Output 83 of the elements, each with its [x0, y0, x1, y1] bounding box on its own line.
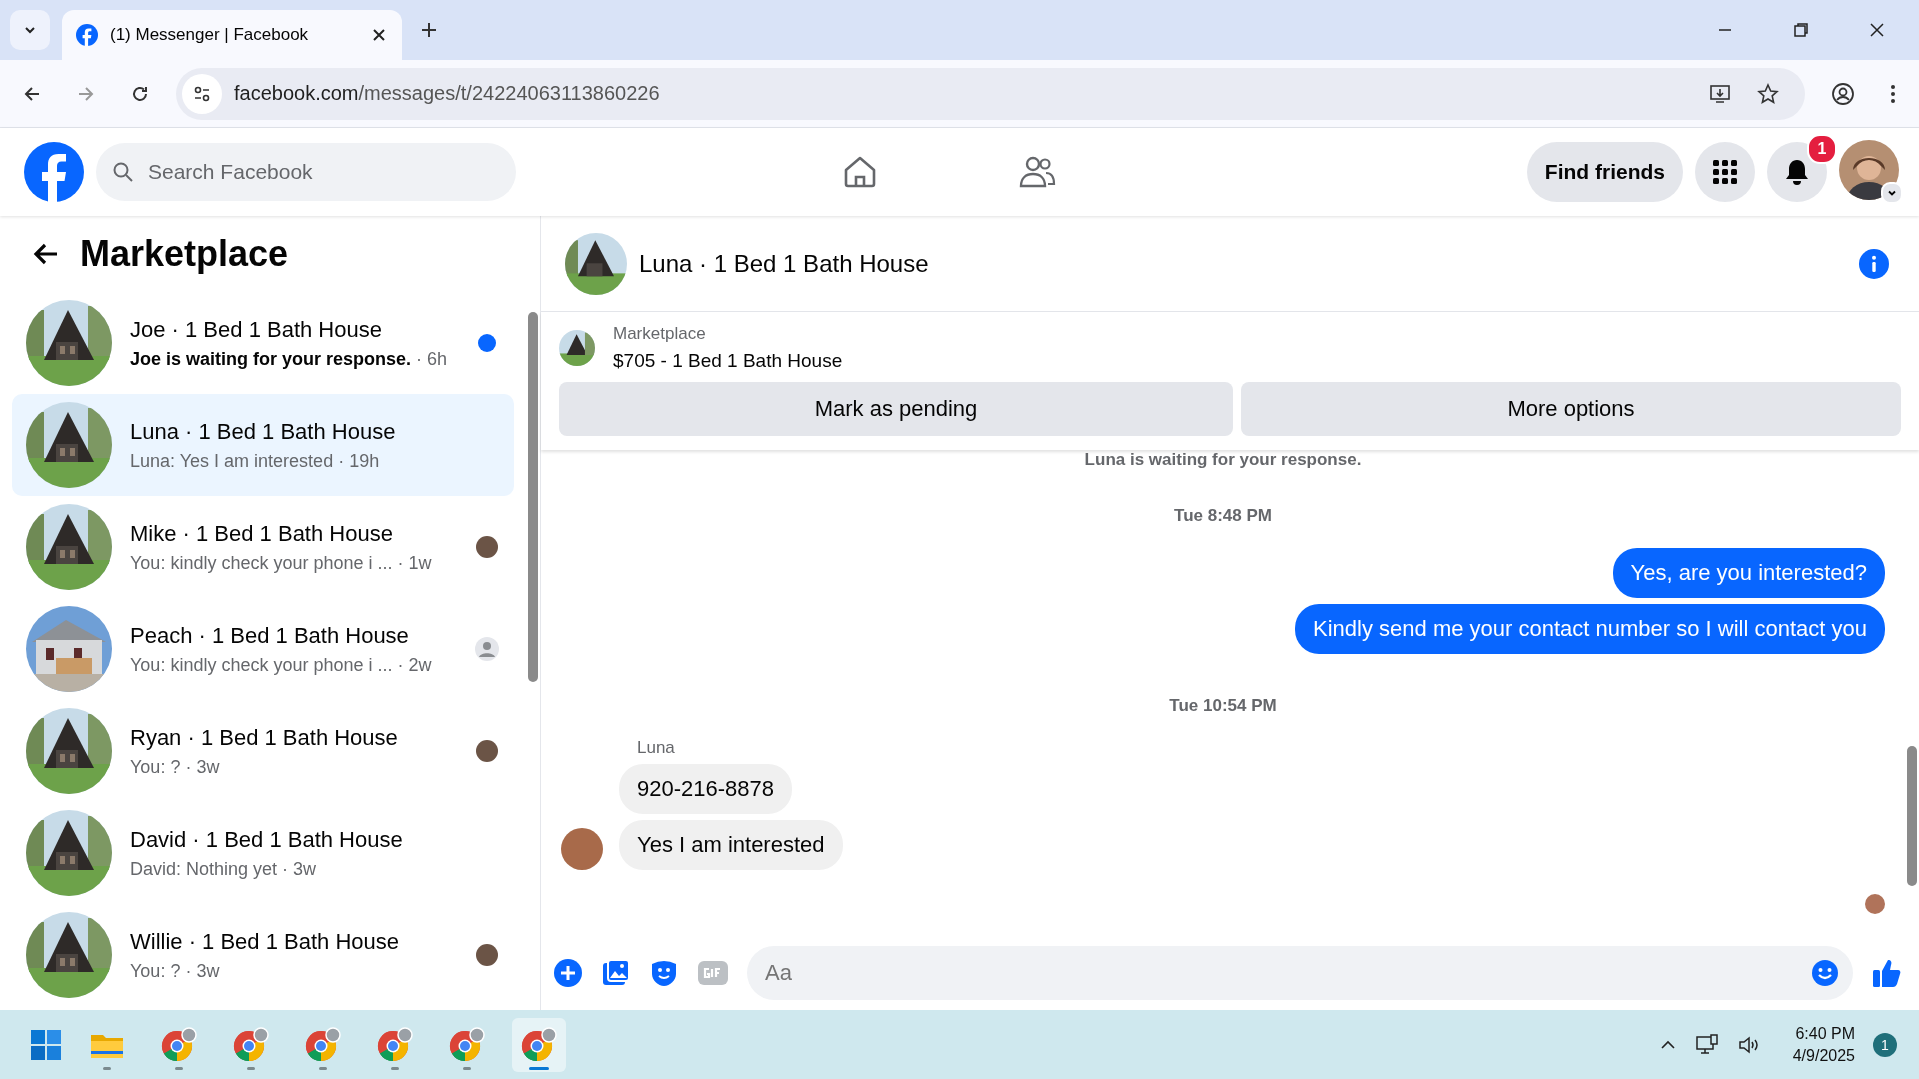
seen-avatar-icon: [476, 944, 498, 966]
find-friends-button[interactable]: Find friends: [1526, 142, 1683, 202]
avatar: [561, 828, 603, 870]
star-icon[interactable]: [1757, 82, 1779, 105]
grid-icon: [1712, 159, 1738, 185]
browser-icon[interactable]: [512, 1017, 566, 1072]
seen-avatar-icon: [476, 740, 498, 762]
message-input[interactable]: Aa: [747, 946, 1853, 1000]
incoming-message: 920-216-8878: [619, 764, 792, 814]
home-icon[interactable]: [842, 154, 878, 190]
photo-icon[interactable]: [601, 958, 631, 988]
conversation-title: David · 1 Bed 1 Bath House: [130, 826, 404, 853]
message-time: · 2w: [397, 654, 432, 676]
conversation-item[interactable]: Mike · 1 Bed 1 Bath House You: kindly check your phone i ... · 1w: [12, 496, 514, 598]
message-time: · 3w: [185, 756, 220, 778]
timestamp: Tue 8:48 PM: [1174, 506, 1272, 526]
menu-button[interactable]: [1695, 142, 1755, 202]
message-preview: Luna: Yes I am interested: [130, 450, 334, 472]
outgoing-message: Kindly send me your contact number so I will contact you: [1295, 604, 1885, 654]
conversation-item[interactable]: David · 1 Bed 1 Bath House David: Nothing yet · 3w: [12, 802, 514, 904]
conversation-item[interactable]: Luna · 1 Bed 1 Bath House Luna: Yes I am interested · 19h: [12, 394, 514, 496]
message-preview: David: Nothing yet: [130, 858, 278, 880]
close-icon[interactable]: [372, 28, 386, 42]
mark-pending-button[interactable]: Mark as pending: [559, 382, 1233, 436]
close-icon[interactable]: [1869, 22, 1885, 38]
listing-label: Marketplace: [613, 324, 707, 344]
user-silhouette-icon: [475, 637, 499, 661]
conversation-item[interactable]: Ryan · 1 Bed 1 Bath House You: ? · 3w: [12, 700, 514, 802]
listing-title[interactable]: $705 - 1 Bed 1 Bath House: [613, 350, 843, 372]
facebook-logo-icon: [76, 24, 98, 46]
message-time: · 1w: [397, 552, 432, 574]
message-time: · 6h: [416, 348, 448, 370]
more-icon[interactable]: [1889, 82, 1897, 105]
message-preview: You: kindly check your phone i ...: [130, 552, 393, 574]
timestamp: Tue 10:54 PM: [1169, 696, 1277, 716]
message-time: · 19h: [338, 450, 380, 472]
message-preview: You: ?: [130, 756, 181, 778]
more-options-button[interactable]: More options: [1241, 382, 1901, 436]
unread-dot-icon: [478, 334, 496, 352]
clock[interactable]: 6:40 PM 4/9/2025: [1792, 1024, 1855, 1065]
facebook-logo-icon[interactable]: [24, 142, 84, 202]
restore-icon[interactable]: [1793, 22, 1809, 38]
conversation-title: Ryan · 1 Bed 1 Bath House: [130, 724, 399, 751]
outgoing-message: Yes, are you interested?: [1612, 548, 1885, 598]
conversation-item[interactable]: Joe · 1 Bed 1 Bath House Joe is waiting for your response. · 6h: [12, 292, 514, 394]
emoji-icon[interactable]: [1811, 959, 1839, 987]
caret-icon[interactable]: [1881, 182, 1903, 204]
info-icon[interactable]: [1859, 248, 1889, 279]
search-field[interactable]: Search Facebook: [96, 143, 516, 201]
message-time: · 3w: [185, 960, 220, 982]
message-preview: You: kindly check your phone i ...: [130, 654, 393, 676]
incoming-message: Yes I am interested: [619, 820, 843, 870]
conversation-title: Joe · 1 Bed 1 Bath House: [130, 316, 383, 343]
network-icon[interactable]: [1694, 1032, 1719, 1057]
seen-avatar-icon: [1865, 894, 1885, 914]
conversation-item[interactable]: Peach · 1 Bed 1 Bath House You: kindly check your phone i ... · 2w: [12, 598, 514, 700]
message-preview: You: ?: [130, 960, 181, 982]
conversation-title: Mike · 1 Bed 1 Bath House: [130, 520, 394, 547]
conversation-title: Luna · 1 Bed 1 Bath House: [130, 418, 397, 445]
install-icon[interactable]: [1709, 82, 1731, 105]
message-time: · 3w: [282, 858, 317, 880]
new-tab-icon[interactable]: [420, 21, 438, 39]
conversation-item[interactable]: Willie · 1 Bed 1 Bath House You: ? · 3w: [12, 904, 514, 1006]
search-icon: [112, 161, 134, 183]
notification-badge: 1: [1807, 134, 1837, 164]
status-notice: Luna is waiting for your response.: [1084, 450, 1362, 470]
browser-tab[interactable]: (1) Messenger | Facebook: [62, 10, 402, 60]
chat-title: Luna · 1 Bed 1 Bath House: [639, 249, 929, 278]
conversation-title: Peach · 1 Bed 1 Bath House: [130, 622, 410, 649]
message-preview: Joe is waiting for your response.: [130, 348, 412, 370]
page-title: Marketplace: [80, 233, 289, 275]
seen-avatar-icon: [476, 536, 498, 558]
conversation-title: Willie · 1 Bed 1 Bath House: [130, 928, 401, 955]
notification-badge[interactable]: 1: [1873, 1032, 1897, 1057]
thumbs-up-icon[interactable]: [1871, 957, 1903, 989]
plus-icon[interactable]: [553, 958, 583, 988]
sticker-icon[interactable]: [649, 958, 679, 988]
sender-name: Luna: [637, 738, 676, 758]
bell-icon: [1784, 158, 1810, 186]
people-icon[interactable]: [1018, 154, 1056, 190]
profile-icon[interactable]: [1831, 81, 1855, 106]
windows-start-icon[interactable]: [30, 1028, 62, 1061]
address-bar[interactable]: facebook.com/messages/t/24224063113860226: [176, 67, 1805, 120]
